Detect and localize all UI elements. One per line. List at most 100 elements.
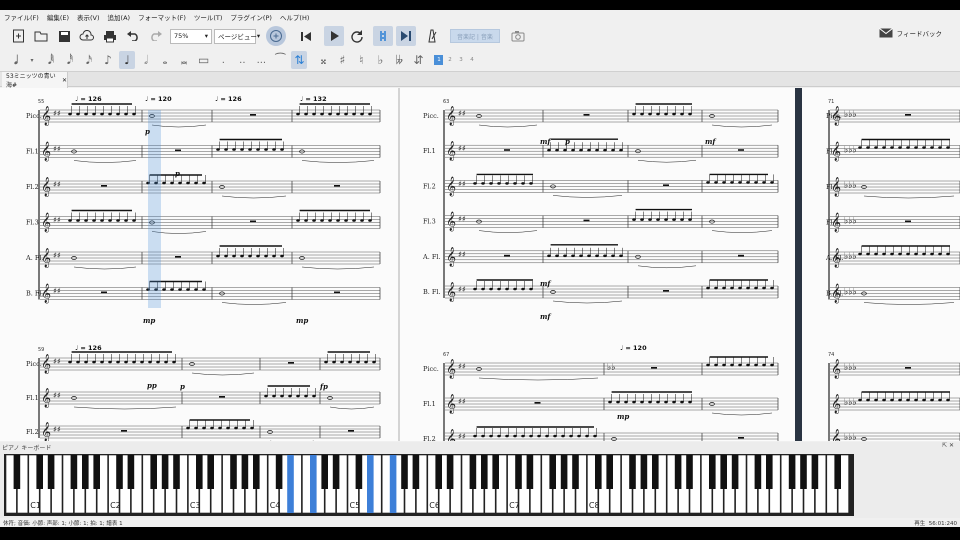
repeat-toggle-icon[interactable] xyxy=(373,26,393,46)
voice-3-button[interactable]: 3 xyxy=(456,55,465,65)
flip-stem-icon[interactable]: ⇵ xyxy=(410,51,426,69)
duration-16th-icon[interactable]: 𝅘𝅥𝅯 xyxy=(81,51,97,69)
loop-playback-icon[interactable] xyxy=(347,26,367,46)
black-key[interactable] xyxy=(435,455,442,489)
black-key[interactable] xyxy=(355,455,363,489)
feedback-button[interactable]: フィードバック xyxy=(878,28,942,38)
image-capture-mode-button[interactable]: 音楽記 | 音楽 xyxy=(450,29,500,43)
redo-icon[interactable] xyxy=(146,26,166,46)
menu-file[interactable]: ファイル(F) xyxy=(0,12,43,22)
black-key[interactable] xyxy=(93,455,100,489)
black-key[interactable] xyxy=(606,455,613,489)
black-key[interactable] xyxy=(492,455,499,489)
black-key[interactable] xyxy=(674,455,682,489)
black-key[interactable] xyxy=(116,455,123,489)
open-folder-icon[interactable] xyxy=(31,26,51,46)
close-icon[interactable]: ✕ xyxy=(62,77,67,84)
black-key[interactable] xyxy=(560,455,568,489)
tie-icon[interactable]: ⁀ xyxy=(272,51,288,69)
duration-half-icon[interactable]: 𝅗𝅥 xyxy=(138,51,154,69)
print-icon[interactable] xyxy=(100,26,120,46)
black-key[interactable] xyxy=(196,455,203,489)
black-key[interactable] xyxy=(70,455,78,489)
black-key[interactable] xyxy=(709,455,716,489)
sharp-icon[interactable]: ♯ xyxy=(334,51,350,69)
black-key[interactable] xyxy=(230,455,237,489)
black-key[interactable] xyxy=(241,455,249,489)
pan-score-icon[interactable] xyxy=(396,26,416,46)
voice-1-button[interactable]: 1 xyxy=(434,55,444,65)
note-input-mode-icon[interactable]: 𝅘𝅥 xyxy=(8,51,24,69)
black-key[interactable] xyxy=(800,455,807,489)
metronome-icon[interactable] xyxy=(422,26,442,46)
cloud-upload-icon[interactable] xyxy=(77,26,97,46)
view-mode-combobox[interactable]: ページビュー ▾ xyxy=(214,28,260,44)
duration-breve-icon[interactable]: 𝅜 xyxy=(176,51,192,69)
black-key[interactable] xyxy=(253,455,260,489)
natural-icon[interactable]: ♮ xyxy=(353,51,369,69)
note-input-toggle-icon[interactable] xyxy=(266,26,286,46)
black-key[interactable] xyxy=(469,455,477,489)
black-key[interactable] xyxy=(310,455,317,489)
black-key[interactable] xyxy=(389,455,397,489)
black-key[interactable] xyxy=(321,455,328,489)
play-icon[interactable] xyxy=(324,26,344,46)
menu-view[interactable]: 表示(V) xyxy=(73,12,104,22)
black-key[interactable] xyxy=(367,455,374,489)
black-key[interactable] xyxy=(754,455,762,489)
camera-icon[interactable] xyxy=(508,26,528,46)
black-key[interactable] xyxy=(572,455,579,489)
black-key[interactable] xyxy=(412,455,420,489)
black-key[interactable] xyxy=(731,455,739,489)
voice-4-button[interactable]: 4 xyxy=(467,55,476,65)
black-key[interactable] xyxy=(515,455,522,489)
black-key[interactable] xyxy=(834,455,841,489)
black-key[interactable] xyxy=(481,455,488,489)
menu-plugins[interactable]: プラグイン(P) xyxy=(226,12,276,22)
duration-longa-icon[interactable]: ▭ xyxy=(195,51,212,69)
duration-whole-icon[interactable]: 𝅝 xyxy=(157,51,173,69)
black-key[interactable] xyxy=(150,455,157,489)
black-key[interactable] xyxy=(401,455,408,489)
augmentation-dot-icon[interactable]: . xyxy=(215,51,231,69)
black-key[interactable] xyxy=(47,455,55,489)
black-key[interactable] xyxy=(652,455,659,489)
black-key[interactable] xyxy=(788,455,796,489)
double-sharp-icon[interactable]: 𝄪 xyxy=(315,51,331,69)
black-key[interactable] xyxy=(36,455,43,489)
black-key[interactable] xyxy=(549,455,556,489)
voice-2-button[interactable]: 2 xyxy=(445,55,454,65)
black-key[interactable] xyxy=(766,455,773,489)
menu-edit[interactable]: 編集(E) xyxy=(43,12,73,22)
flat-icon[interactable]: ♭ xyxy=(372,51,388,69)
double-dot-icon[interactable]: .. xyxy=(234,51,250,69)
rewind-icon[interactable] xyxy=(296,26,316,46)
black-key[interactable] xyxy=(595,455,602,489)
black-key[interactable] xyxy=(446,455,454,489)
duration-32nd-icon[interactable]: 𝅘𝅥𝅰 xyxy=(62,51,78,69)
black-key[interactable] xyxy=(332,455,340,489)
flip-direction-icon[interactable]: ⇅ xyxy=(291,51,308,69)
menu-help[interactable]: ヘルプ(H) xyxy=(276,12,313,22)
black-key[interactable] xyxy=(127,455,135,489)
menu-add[interactable]: 追加(A) xyxy=(104,12,135,22)
undo-icon[interactable] xyxy=(123,26,143,46)
black-key[interactable] xyxy=(811,455,819,489)
black-key[interactable] xyxy=(629,455,636,489)
duration-64th-icon[interactable]: 𝅘𝅥𝅱 xyxy=(43,51,59,69)
black-key[interactable] xyxy=(720,455,727,489)
new-score-icon[interactable] xyxy=(8,26,28,46)
menu-tools[interactable]: ツール(T) xyxy=(190,12,227,22)
black-key[interactable] xyxy=(207,455,214,489)
triple-dot-icon[interactable]: ... xyxy=(253,51,269,69)
save-icon[interactable] xyxy=(54,26,74,46)
panel-controls[interactable]: ⇱ ✕ xyxy=(942,442,954,449)
black-key[interactable] xyxy=(82,455,89,489)
chevron-down-icon[interactable]: ▾ xyxy=(24,51,40,69)
menu-format[interactable]: フォーマット(F) xyxy=(134,12,190,22)
black-key[interactable] xyxy=(640,455,648,489)
black-key[interactable] xyxy=(13,455,21,489)
zoom-combobox[interactable]: 75% ▾ xyxy=(170,28,212,44)
black-key[interactable] xyxy=(526,455,534,489)
score-canvas[interactable]: 55 𝄞 ♯♯ Picc. 𝄞 ♯♯ Fl.1 𝄞 ♯♯ Fl.2 𝄞 ♯♯ Fl.3 𝄞 ♯♯ A. Fl.… xyxy=(0,88,960,441)
